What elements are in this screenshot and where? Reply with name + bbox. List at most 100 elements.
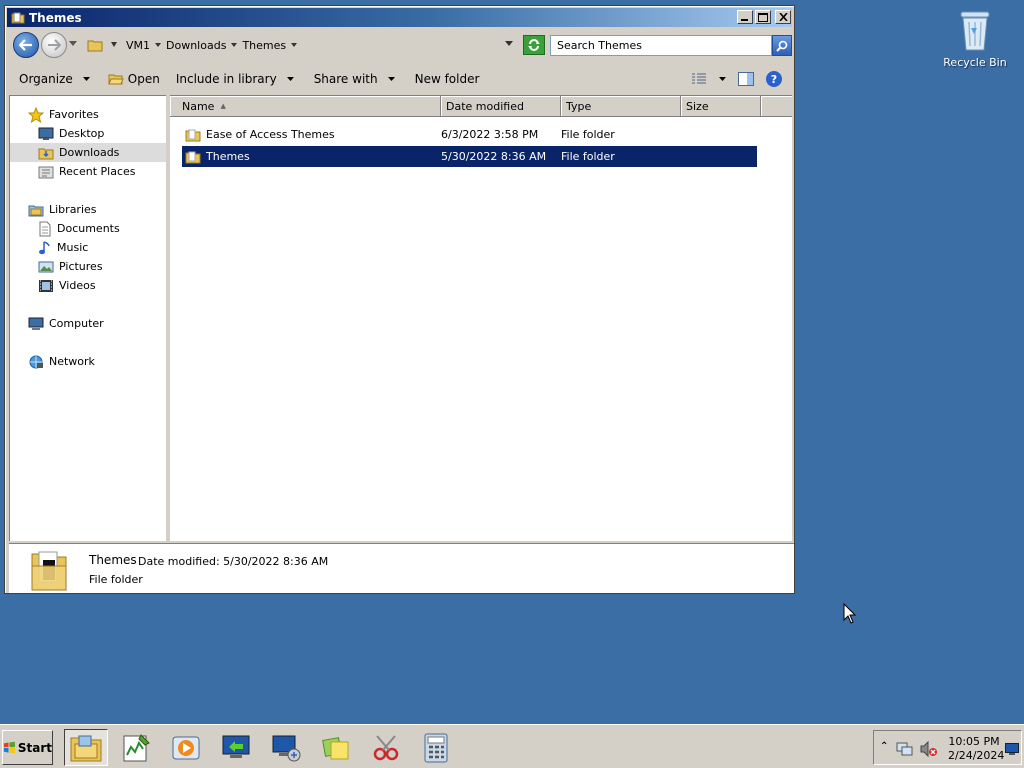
nav-music[interactable]: Music [38, 238, 88, 257]
network-connect-icon [272, 735, 301, 761]
show-desktop-icon[interactable] [1005, 743, 1019, 755]
address-history-dropdown-icon[interactable] [505, 41, 513, 46]
file-name: Ease of Access Themes [206, 128, 335, 141]
folder-icon [87, 40, 103, 52]
chevron-down-icon[interactable] [719, 77, 726, 81]
nav-documents[interactable]: Documents [38, 219, 120, 238]
back-button[interactable] [13, 32, 39, 58]
taskbar-app-file-explorer[interactable] [64, 729, 108, 766]
taskbar: Start ⌃ 10:05 PM 2/24/2024 [0, 724, 1024, 768]
share-with-button[interactable]: Share with [314, 72, 395, 86]
maximize-button[interactable] [755, 10, 771, 24]
nav-libraries[interactable]: Libraries [28, 200, 97, 219]
volume-muted-icon[interactable] [920, 741, 938, 757]
snipping-tool-icon [373, 734, 399, 760]
address-box[interactable]: VM1 Downloads Themes [85, 34, 521, 56]
recycle-bin-label: Recycle Bin [943, 56, 1007, 69]
include-in-library-button[interactable]: Include in library [176, 72, 294, 86]
file-date: 5/30/2022 8:36 AM [441, 150, 547, 163]
help-button[interactable]: ? [766, 71, 782, 87]
command-bar: Organize Open Include in library Share w… [7, 64, 792, 94]
taskbar-app-notepad-plus[interactable] [114, 729, 158, 766]
recent-pages-dropdown-icon[interactable] [69, 41, 77, 46]
details-item-type: File folder [89, 573, 143, 586]
pictures-icon [38, 261, 54, 272]
new-folder-button[interactable]: New folder [415, 72, 480, 86]
taskbar-app-media-player[interactable] [164, 729, 208, 766]
column-header-type[interactable]: Type [561, 96, 681, 117]
nav-favorites[interactable]: Favorites [28, 105, 99, 124]
column-header-filler [761, 96, 792, 117]
file-row[interactable]: Ease of Access Themes 6/3/2022 3:58 PM F… [182, 124, 757, 145]
column-header-date-modified[interactable]: Date modified [441, 96, 561, 117]
clock[interactable]: 10:05 PM 2/24/2024 [948, 735, 1005, 763]
start-button[interactable]: Start [2, 730, 53, 765]
taskbar-app-remote-desktop[interactable] [214, 729, 258, 766]
chevron-down-icon [387, 77, 395, 81]
maximize-icon [758, 12, 768, 22]
show-hidden-icons-chevron-icon[interactable]: ⌃ [880, 741, 888, 752]
refresh-button[interactable] [523, 35, 545, 55]
search-button[interactable] [772, 35, 792, 56]
folder-icon [185, 151, 201, 163]
computer-icon [28, 317, 44, 330]
back-arrow-icon [19, 39, 32, 51]
music-icon [39, 240, 50, 254]
nav-computer[interactable]: Computer [28, 314, 104, 333]
desktop-icon [38, 127, 54, 140]
search-input[interactable]: Search Themes [550, 35, 772, 56]
breadcrumb-vm1[interactable]: VM1 [121, 39, 162, 52]
view-options-icon[interactable] [691, 73, 707, 85]
close-button[interactable] [775, 10, 791, 24]
navigation-pane: Favorites Desktop Downloads Recent Place… [9, 95, 166, 541]
nav-recent-places[interactable]: Recent Places [38, 162, 136, 181]
minimize-button[interactable] [737, 10, 753, 24]
close-icon [778, 13, 788, 21]
folder-icon [185, 129, 201, 141]
forward-button[interactable] [41, 32, 67, 58]
recycle-bin-icon [960, 11, 990, 51]
nav-pictures[interactable]: Pictures [38, 257, 103, 276]
mouse-cursor-icon [843, 603, 857, 624]
remote-desktop-icon [222, 735, 250, 758]
document-icon [39, 221, 51, 236]
chevron-right-icon[interactable] [109, 42, 121, 48]
recycle-bin[interactable]: Recycle Bin [940, 6, 1010, 69]
preview-pane-icon[interactable] [738, 72, 754, 86]
windows-logo-icon [3, 741, 15, 754]
clock-date: 2/24/2024 [948, 749, 1005, 762]
clock-time: 10:05 PM [948, 735, 1000, 748]
nav-videos[interactable]: Videos [38, 276, 96, 295]
column-header-size[interactable]: Size [681, 96, 761, 117]
refresh-icon [528, 39, 540, 51]
column-header-name[interactable]: Name ▲ [170, 96, 441, 117]
file-row-selected[interactable]: Themes 5/30/2022 8:36 AM File folder [182, 146, 757, 167]
details-date-modified: Date modified: 5/30/2022 8:36 AM [138, 555, 329, 568]
network-status-icon[interactable] [896, 741, 914, 757]
open-button[interactable]: Open [108, 72, 160, 86]
taskbar-app-calculator[interactable] [414, 729, 458, 766]
file-type: File folder [561, 128, 615, 141]
sort-ascending-icon: ▲ [220, 102, 226, 110]
breadcrumb-themes[interactable]: Themes [237, 39, 298, 52]
window-title: Themes [29, 10, 82, 25]
organize-button[interactable]: Organize [19, 72, 90, 86]
file-list: Name ▲ Date modified Type Size Ease of A… [170, 95, 792, 541]
taskbar-app-sticky-notes[interactable] [314, 729, 358, 766]
forward-arrow-icon [48, 39, 61, 51]
nav-downloads[interactable]: Downloads [10, 143, 166, 162]
start-label: Start [17, 740, 52, 755]
nav-desktop[interactable]: Desktop [38, 124, 104, 143]
details-pane: Themes Date modified: 5/30/2022 8:36 AM … [9, 543, 794, 593]
open-folder-icon [108, 74, 124, 85]
folder-icon [11, 12, 25, 23]
title-bar[interactable]: Themes [7, 8, 792, 27]
chevron-down-icon [286, 77, 294, 81]
file-type: File folder [561, 150, 615, 163]
taskbar-app-snipping-tool[interactable] [364, 729, 408, 766]
taskbar-app-network-connect[interactable] [264, 729, 308, 766]
breadcrumb-downloads[interactable]: Downloads [161, 39, 238, 52]
nav-network[interactable]: Network [28, 352, 95, 371]
chevron-down-icon [82, 77, 90, 81]
videos-icon [39, 279, 53, 292]
